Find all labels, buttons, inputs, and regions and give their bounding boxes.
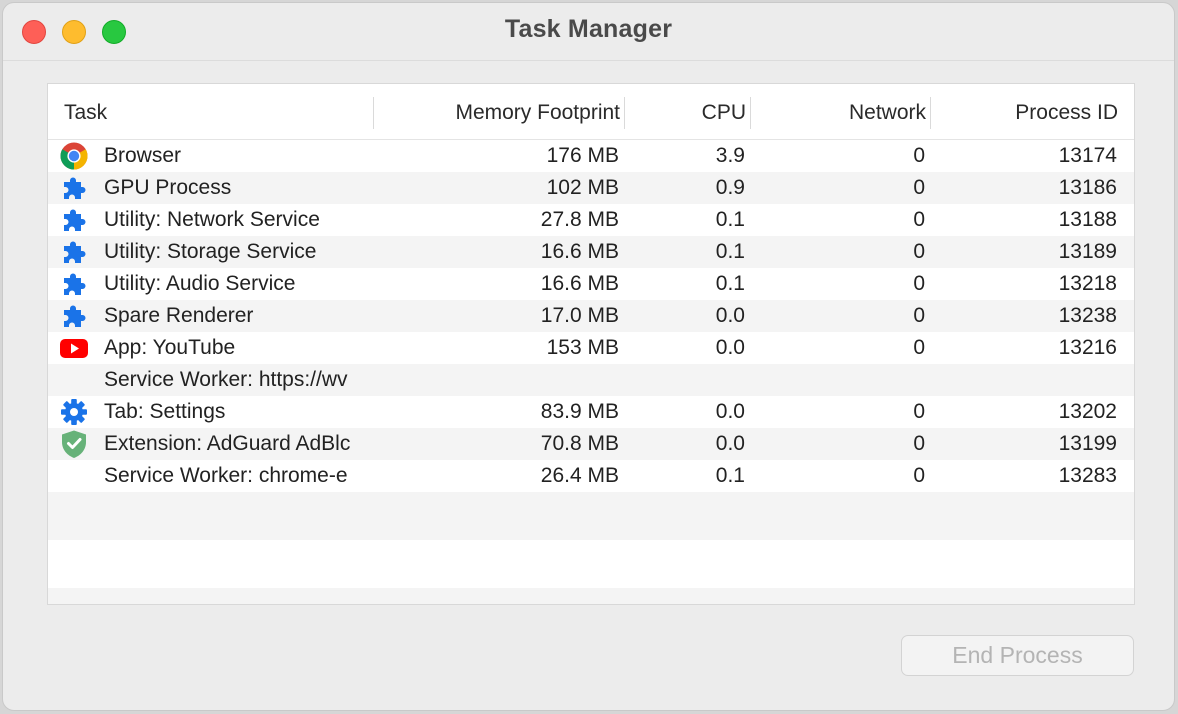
puzzle-icon [59,237,89,267]
cpu-cell [628,364,745,396]
window-title: Task Manager [504,15,673,43]
column-divider[interactable] [373,97,374,129]
process-id-cell: 13283 [1058,464,1117,487]
cpu-cell: 0.0 [715,304,745,327]
task-name-cell: Spare Renderer [104,304,254,327]
table-row[interactable]: App: YouTube 153 MB 0.0 0 13216 [48,332,1134,364]
table-header: Task Memory Footprint CPU Network Proces… [48,84,1134,140]
table-row[interactable]: Utility: Storage Service 16.6 MB 0.1 0 13189 [48,236,1134,268]
network-cell [752,364,925,396]
column-header-memory[interactable]: Memory Footprint [455,84,620,139]
memory-cell: 27.8 MB [540,208,619,231]
table-row[interactable]: GPU Process 102 MB 0.9 0 13186 [48,172,1134,204]
table-row[interactable]: Utility: Network Service 27.8 MB 0.1 0 13188 [48,204,1134,236]
cpu-cell: 0.0 [715,336,745,359]
task-name-cell: Service Worker: chrome-e [104,464,348,487]
process-id-cell: 13174 [1058,144,1117,167]
memory-cell [378,364,619,396]
task-name-cell: Utility: Network Service [104,208,320,231]
network-cell: 0 [913,304,925,327]
network-cell: 0 [913,208,925,231]
memory-cell: 26.4 MB [540,464,619,487]
puzzle-icon [59,301,89,331]
table-row[interactable]: Extension: AdGuard AdBlc 70.8 MB 0.0 0 13199 [48,428,1134,460]
puzzle-icon [59,205,89,235]
cpu-cell: 0.9 [715,176,745,199]
process-id-cell: 13199 [1058,432,1117,455]
table-row[interactable]: Tab: Settings 83.9 MB 0.0 0 13202 [48,396,1134,428]
task-name-cell: Extension: AdGuard AdBlc [104,432,351,455]
puzzle-icon [59,269,89,299]
table-row[interactable]: Spare Renderer 17.0 MB 0.0 0 13238 [48,300,1134,332]
puzzle-icon [59,173,89,203]
column-divider[interactable] [750,97,751,129]
task-name-cell: Utility: Audio Service [104,272,296,295]
title-bar[interactable]: Task Manager [3,3,1174,61]
network-cell: 0 [913,176,925,199]
process-id-cell: 13238 [1058,304,1117,327]
memory-cell: 16.6 MB [540,240,619,263]
column-header-cpu[interactable]: CPU [702,84,746,139]
network-cell: 0 [913,240,925,263]
process-id-cell: 13189 [1058,240,1117,263]
youtube-icon [59,333,89,363]
chrome-icon [59,141,89,171]
column-divider[interactable] [930,97,931,129]
process-id-cell: 13186 [1058,176,1117,199]
table-row[interactable]: Utility: Audio Service 16.6 MB 0.1 0 13218 [48,268,1134,300]
memory-cell: 16.6 MB [540,272,619,295]
memory-cell: 153 MB [546,336,619,359]
title-divider [3,60,1174,61]
column-header-task[interactable]: Task [64,84,107,139]
network-cell: 0 [913,272,925,295]
empty-row [48,588,1134,604]
memory-cell: 176 MB [546,144,619,167]
table-row[interactable]: Service Worker: https://wv [48,364,1134,396]
process-id-cell: 13216 [1058,336,1117,359]
task-name-cell: Utility: Storage Service [104,240,317,263]
cpu-cell: 3.9 [715,144,745,167]
task-name-cell: Browser [104,144,182,167]
memory-cell: 17.0 MB [540,304,619,327]
gear-icon [59,397,89,427]
task-name-cell: Service Worker: https://wv [104,368,348,391]
process-id-cell: 13218 [1058,272,1117,295]
column-header-network[interactable]: Network [849,84,926,139]
process-id-cell [932,364,1117,396]
process-id-cell: 13188 [1058,208,1117,231]
column-header-process-id[interactable]: Process ID [1015,84,1118,139]
empty-row [48,492,1134,540]
table-row[interactable]: Browser 176 MB 3.9 0 13174 [48,140,1134,172]
cpu-cell: 0.0 [715,400,745,423]
memory-cell: 102 MB [546,176,619,199]
table-row[interactable]: Service Worker: chrome-e 26.4 MB 0.1 0 13283 [48,460,1134,492]
network-cell: 0 [913,400,925,423]
cpu-cell: 0.1 [715,272,745,295]
memory-cell: 70.8 MB [540,432,619,455]
cpu-cell: 0.1 [715,208,745,231]
task-name-cell: GPU Process [104,176,232,199]
column-divider[interactable] [624,97,625,129]
cpu-cell: 0.1 [715,240,745,263]
process-id-cell: 13202 [1058,400,1117,423]
network-cell: 0 [913,336,925,359]
task-name-cell: Tab: Settings [104,400,226,423]
network-cell: 0 [913,432,925,455]
network-cell: 0 [913,144,925,167]
table-body: Browser 176 MB 3.9 0 13174 GPU Process 102 MB 0… [48,140,1134,492]
shield-check-icon [59,429,89,459]
network-cell: 0 [913,464,925,487]
task-manager-window: Task Manager Task Memory Footprint CPU N… [2,2,1175,711]
cpu-cell: 0.0 [715,432,745,455]
memory-cell: 83.9 MB [540,400,619,423]
end-process-button[interactable]: End Process [901,635,1134,676]
empty-row [48,540,1134,588]
task-name-cell: App: YouTube [104,336,236,359]
cpu-cell: 0.1 [715,464,745,487]
process-table: Task Memory Footprint CPU Network Proces… [47,83,1135,605]
